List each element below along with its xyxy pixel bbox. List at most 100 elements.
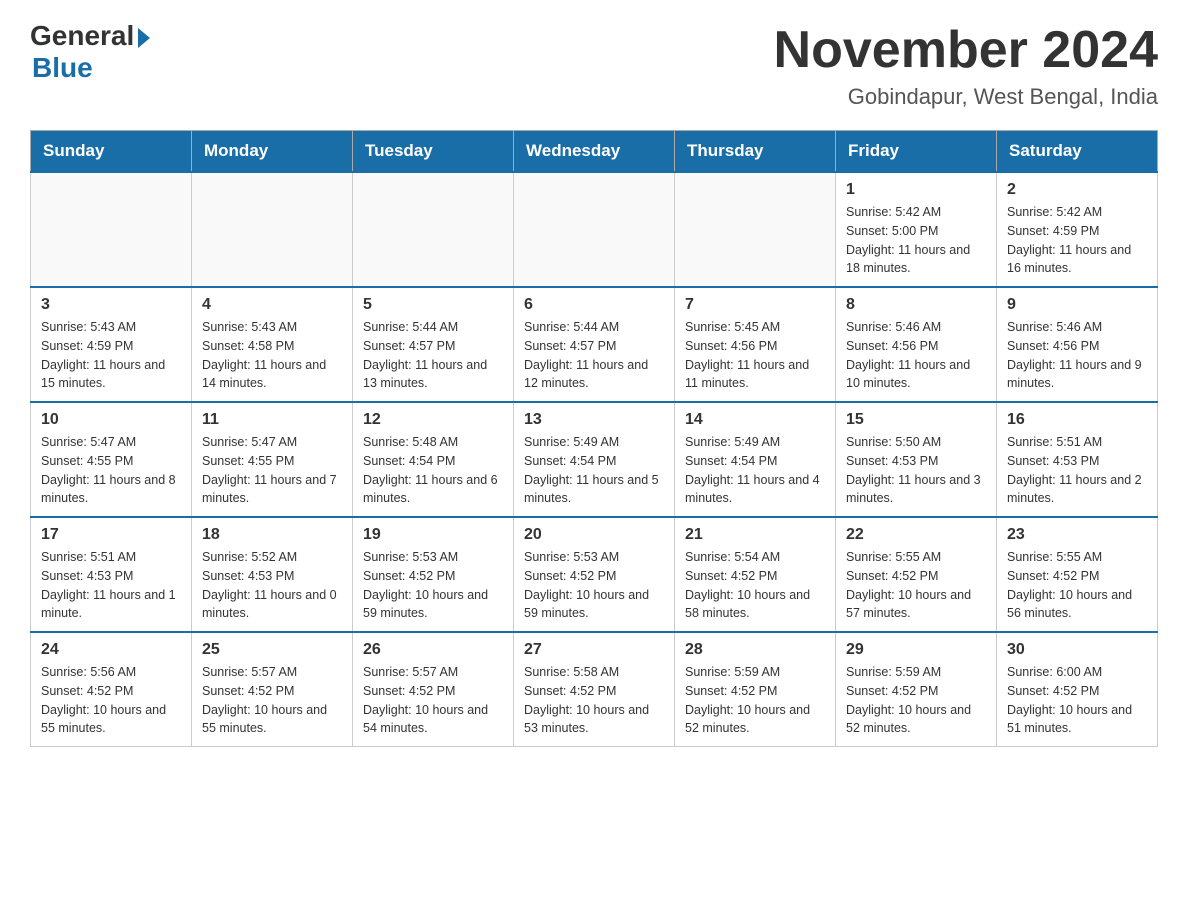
day-info: Sunrise: 5:59 AM Sunset: 4:52 PM Dayligh…	[846, 663, 986, 738]
day-info: Sunrise: 5:48 AM Sunset: 4:54 PM Dayligh…	[363, 433, 503, 508]
location-text: Gobindapur, West Bengal, India	[774, 84, 1158, 110]
col-header-thursday: Thursday	[675, 131, 836, 173]
col-header-friday: Friday	[836, 131, 997, 173]
day-info: Sunrise: 5:46 AM Sunset: 4:56 PM Dayligh…	[1007, 318, 1147, 393]
day-number: 1	[846, 181, 986, 199]
day-cell: 5 Sunrise: 5:44 AM Sunset: 4:57 PM Daylig…	[353, 287, 514, 402]
day-cell	[675, 172, 836, 287]
day-info: Sunrise: 5:46 AM Sunset: 4:56 PM Dayligh…	[846, 318, 986, 393]
day-info: Sunrise: 5:43 AM Sunset: 4:58 PM Dayligh…	[202, 318, 342, 393]
day-cell	[514, 172, 675, 287]
day-info: Sunrise: 5:51 AM Sunset: 4:53 PM Dayligh…	[1007, 433, 1147, 508]
day-info: Sunrise: 5:57 AM Sunset: 4:52 PM Dayligh…	[363, 663, 503, 738]
day-number: 12	[363, 411, 503, 429]
day-cell: 10 Sunrise: 5:47 AM Sunset: 4:55 PM Dayli…	[31, 402, 192, 517]
day-info: Sunrise: 5:42 AM Sunset: 4:59 PM Dayligh…	[1007, 203, 1147, 278]
day-info: Sunrise: 5:52 AM Sunset: 4:53 PM Dayligh…	[202, 548, 342, 623]
day-info: Sunrise: 5:47 AM Sunset: 4:55 PM Dayligh…	[41, 433, 181, 508]
day-info: Sunrise: 5:49 AM Sunset: 4:54 PM Dayligh…	[524, 433, 664, 508]
day-info: Sunrise: 5:59 AM Sunset: 4:52 PM Dayligh…	[685, 663, 825, 738]
day-cell: 28 Sunrise: 5:59 AM Sunset: 4:52 PM Dayli…	[675, 632, 836, 747]
col-header-monday: Monday	[192, 131, 353, 173]
day-number: 13	[524, 411, 664, 429]
day-cell: 20 Sunrise: 5:53 AM Sunset: 4:52 PM Dayli…	[514, 517, 675, 632]
day-number: 24	[41, 641, 181, 659]
day-number: 11	[202, 411, 342, 429]
day-number: 7	[685, 296, 825, 314]
week-row-2: 3 Sunrise: 5:43 AM Sunset: 4:59 PM Daylig…	[31, 287, 1158, 402]
day-info: Sunrise: 5:47 AM Sunset: 4:55 PM Dayligh…	[202, 433, 342, 508]
day-info: Sunrise: 5:44 AM Sunset: 4:57 PM Dayligh…	[524, 318, 664, 393]
day-number: 29	[846, 641, 986, 659]
day-cell: 1 Sunrise: 5:42 AM Sunset: 5:00 PM Daylig…	[836, 172, 997, 287]
day-number: 22	[846, 526, 986, 544]
month-title: November 2024	[774, 20, 1158, 80]
day-number: 15	[846, 411, 986, 429]
day-cell	[192, 172, 353, 287]
day-info: Sunrise: 5:53 AM Sunset: 4:52 PM Dayligh…	[524, 548, 664, 623]
col-header-wednesday: Wednesday	[514, 131, 675, 173]
day-cell: 3 Sunrise: 5:43 AM Sunset: 4:59 PM Daylig…	[31, 287, 192, 402]
day-info: Sunrise: 5:43 AM Sunset: 4:59 PM Dayligh…	[41, 318, 181, 393]
day-info: Sunrise: 5:54 AM Sunset: 4:52 PM Dayligh…	[685, 548, 825, 623]
day-cell: 23 Sunrise: 5:55 AM Sunset: 4:52 PM Dayli…	[997, 517, 1158, 632]
calendar-table: SundayMondayTuesdayWednesdayThursdayFrid…	[30, 130, 1158, 747]
day-number: 18	[202, 526, 342, 544]
day-info: Sunrise: 5:55 AM Sunset: 4:52 PM Dayligh…	[1007, 548, 1147, 623]
day-cell: 11 Sunrise: 5:47 AM Sunset: 4:55 PM Dayli…	[192, 402, 353, 517]
day-cell: 9 Sunrise: 5:46 AM Sunset: 4:56 PM Daylig…	[997, 287, 1158, 402]
col-header-sunday: Sunday	[31, 131, 192, 173]
day-cell	[353, 172, 514, 287]
day-cell: 2Sunrise: 5:42 AM Sunset: 4:59 PM Daylig…	[997, 172, 1158, 287]
day-cell: 19Sunrise: 5:53 AM Sunset: 4:52 PM Dayli…	[353, 517, 514, 632]
day-cell: 27Sunrise: 5:58 AM Sunset: 4:52 PM Dayli…	[514, 632, 675, 747]
day-info: Sunrise: 5:51 AM Sunset: 4:53 PM Dayligh…	[41, 548, 181, 623]
day-info: Sunrise: 5:50 AM Sunset: 4:53 PM Dayligh…	[846, 433, 986, 508]
day-number: 10	[41, 411, 181, 429]
day-cell: 26 Sunrise: 5:57 AM Sunset: 4:52 PM Dayli…	[353, 632, 514, 747]
day-number: 30	[1007, 641, 1147, 659]
day-number: 5	[363, 296, 503, 314]
col-header-saturday: Saturday	[997, 131, 1158, 173]
day-number: 23	[1007, 526, 1147, 544]
day-number: 8	[846, 296, 986, 314]
day-info: Sunrise: 5:55 AM Sunset: 4:52 PM Dayligh…	[846, 548, 986, 623]
day-number: 16	[1007, 411, 1147, 429]
day-number: 3	[41, 296, 181, 314]
day-info: Sunrise: 5:49 AM Sunset: 4:54 PM Dayligh…	[685, 433, 825, 508]
day-number: 6	[524, 296, 664, 314]
page-header: General Blue November 2024 Gobindapur, W…	[30, 20, 1158, 110]
day-cell: 15 Sunrise: 5:50 AM Sunset: 4:53 PM Dayli…	[836, 402, 997, 517]
day-cell: 25 Sunrise: 5:57 AM Sunset: 4:52 PM Dayli…	[192, 632, 353, 747]
day-cell: 12 Sunrise: 5:48 AM Sunset: 4:54 PM Dayli…	[353, 402, 514, 517]
week-row-3: 10 Sunrise: 5:47 AM Sunset: 4:55 PM Dayli…	[31, 402, 1158, 517]
day-info: Sunrise: 5:53 AM Sunset: 4:52 PM Dayligh…	[363, 548, 503, 623]
logo: General Blue	[30, 20, 150, 84]
day-cell: 21 Sunrise: 5:54 AM Sunset: 4:52 PM Dayli…	[675, 517, 836, 632]
day-number: 28	[685, 641, 825, 659]
day-number: 20	[524, 526, 664, 544]
day-info: Sunrise: 5:58 AM Sunset: 4:52 PM Dayligh…	[524, 663, 664, 738]
day-number: 21	[685, 526, 825, 544]
day-info: Sunrise: 5:45 AM Sunset: 4:56 PM Dayligh…	[685, 318, 825, 393]
day-info: Sunrise: 5:57 AM Sunset: 4:52 PM Dayligh…	[202, 663, 342, 738]
day-number: 14	[685, 411, 825, 429]
day-info: Sunrise: 5:56 AM Sunset: 4:52 PM Dayligh…	[41, 663, 181, 738]
week-row-5: 24 Sunrise: 5:56 AM Sunset: 4:52 PM Dayli…	[31, 632, 1158, 747]
week-row-4: 17 Sunrise: 5:51 AM Sunset: 4:53 PM Dayli…	[31, 517, 1158, 632]
day-number: 26	[363, 641, 503, 659]
day-cell: 7 Sunrise: 5:45 AM Sunset: 4:56 PM Daylig…	[675, 287, 836, 402]
day-number: 25	[202, 641, 342, 659]
day-cell: 18 Sunrise: 5:52 AM Sunset: 4:53 PM Dayli…	[192, 517, 353, 632]
day-cell	[31, 172, 192, 287]
day-number: 17	[41, 526, 181, 544]
calendar-header-row: SundayMondayTuesdayWednesdayThursdayFrid…	[31, 131, 1158, 173]
day-cell: 13 Sunrise: 5:49 AM Sunset: 4:54 PM Dayli…	[514, 402, 675, 517]
day-info: Sunrise: 5:44 AM Sunset: 4:57 PM Dayligh…	[363, 318, 503, 393]
day-number: 9	[1007, 296, 1147, 314]
day-cell: 4Sunrise: 5:43 AM Sunset: 4:58 PM Daylig…	[192, 287, 353, 402]
day-info: Sunrise: 5:42 AM Sunset: 5:00 PM Dayligh…	[846, 203, 986, 278]
day-cell: 6 Sunrise: 5:44 AM Sunset: 4:57 PM Daylig…	[514, 287, 675, 402]
week-row-1: 1 Sunrise: 5:42 AM Sunset: 5:00 PM Daylig…	[31, 172, 1158, 287]
day-cell: 29 Sunrise: 5:59 AM Sunset: 4:52 PM Dayli…	[836, 632, 997, 747]
